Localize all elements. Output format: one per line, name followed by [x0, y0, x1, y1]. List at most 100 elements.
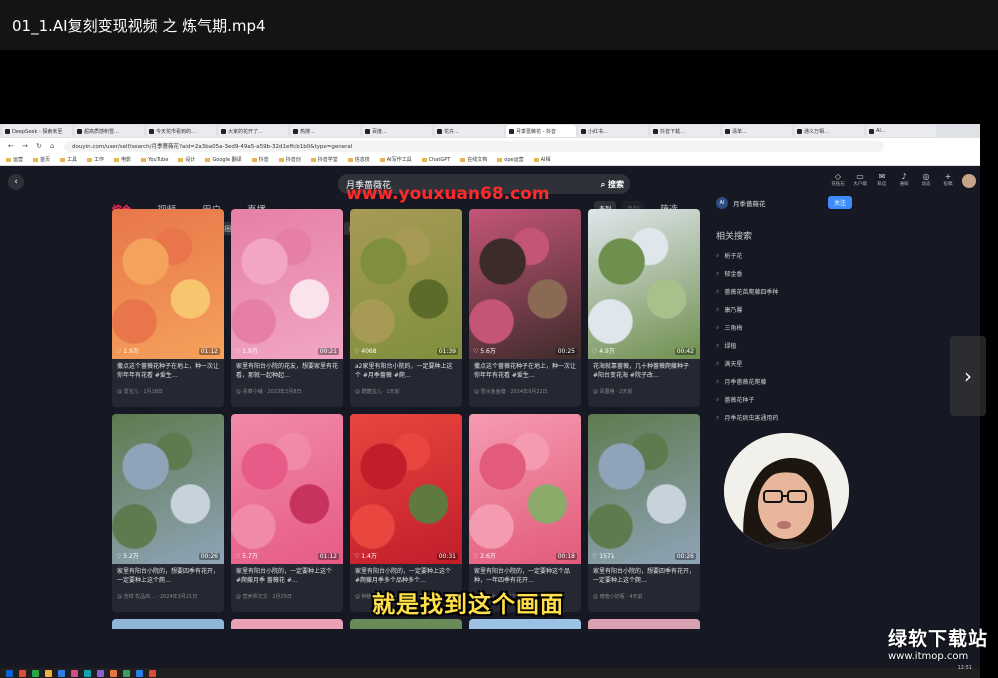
browser-tab[interactable]: DeepSeek - 探索未至: [2, 125, 72, 137]
browser-tab[interactable]: 大家的花开了…: [218, 125, 288, 137]
bookmark-item[interactable]: 运营: [6, 156, 23, 163]
url-field[interactable]: douyin.com/user/self/search/月季蔷薇花?aid=2a…: [64, 140, 884, 152]
video-caption[interactable]: 撒点这个蔷薇花种子在地上，种一次让你年年有花看 #爱生…: [469, 359, 581, 386]
video-thumbnail[interactable]: ♡ 1.9万 01:12: [112, 209, 224, 359]
home-icon[interactable]: ⌂: [50, 142, 58, 150]
taskbar-app-icon[interactable]: [71, 669, 78, 677]
bookmark-item[interactable]: 信息技: [348, 156, 370, 163]
bookmark-item[interactable]: YouTube: [141, 157, 168, 163]
follow-button[interactable]: 关注: [828, 196, 853, 209]
bookmark-item[interactable]: AI写作工具: [380, 156, 412, 163]
related-search-item[interactable]: 满天星: [716, 359, 856, 368]
video-card[interactable]: ♡ 5.7万 01:12 家里有阳台小院的，一定要种上这个 #爬藤月季 蔷薇花 #……: [231, 414, 343, 612]
browser-tab[interactable]: 超高质感积雪…: [74, 125, 144, 137]
search-button[interactable]: ⌕ 搜索: [601, 179, 624, 190]
video-card[interactable]: ♡ 1.9万 00:21 家里有阳台小院的花友，想要家里有花看，那就一起种起… @ 青…: [231, 209, 343, 407]
diamond-icon: ◇: [834, 172, 842, 181]
video-caption[interactable]: 家里有阳台小院的，想要四季有花开，一定要种上这个爬…: [112, 564, 224, 591]
video-card[interactable]: ♡ 4.9万 00:42 花海就靠蔷薇，几十种蔷薇爬藤种子 #阳台变花海 #院子改……: [588, 209, 700, 407]
related-search-item[interactable]: 月季花病虫害通用药: [716, 413, 856, 422]
bookmark-item[interactable]: 抖音学堂: [311, 156, 338, 163]
video-thumbnail[interactable]: ♡ 1.9万 00:21: [231, 209, 343, 359]
taskbar-app-icon[interactable]: [149, 669, 156, 677]
bookmark-item[interactable]: 工作: [87, 156, 104, 163]
taskbar-app-icon[interactable]: [123, 669, 130, 677]
video-caption[interactable]: 家里有阳台小院的，一定要种上这个 #爬藤月季 蔷薇花 #…: [231, 564, 343, 591]
video-thumbnail[interactable]: ♡ 5.6万 00:25: [469, 209, 581, 359]
related-search-item[interactable]: 蔷薇花苗爬藤四季种: [716, 287, 856, 296]
bookmark-item[interactable]: 抖音创: [279, 156, 301, 163]
back-arrow-icon[interactable]: ←: [8, 142, 16, 150]
back-button[interactable]: ‹: [8, 174, 24, 190]
video-thumbnail[interactable]: ♡ 1571 00:26: [588, 414, 700, 564]
video-caption[interactable]: 家里有阳台小院的，想要四季有花开，一定要种上这个爬…: [588, 564, 700, 591]
video-caption[interactable]: 花海就靠蔷薇，几十种蔷薇爬藤种子 #阳台变花海 #院子改…: [588, 359, 700, 386]
browser-tab[interactable]: 通义万相…: [794, 125, 864, 137]
video-card[interactable]: ♡ 2.6万 00:18 家里有阳台小院的，一定要种这个品种，一年四季有花开… @ 蓝…: [469, 414, 581, 612]
video-caption[interactable]: 撒点这个蔷薇花种子在地上，种一次让你年年有花看 #爱生…: [112, 359, 224, 386]
taskbar-app-icon[interactable]: [6, 669, 13, 677]
related-search-item[interactable]: 绿植: [716, 341, 856, 350]
video-card[interactable]: ♡ 1.4万 00:31 家里有阳台小院的，一定要种上这个 #爬藤月季多个品种多个……: [350, 414, 462, 612]
video-thumbnail[interactable]: ♡ 2.6万 00:18: [469, 414, 581, 564]
video-thumbnail[interactable]: ♡ 5.7万 01:12: [231, 414, 343, 564]
browser-tab[interactable]: 月季蔷薇花 - 抖音: [506, 125, 576, 137]
top-action-message[interactable]: ✉ 私信: [874, 172, 890, 188]
browser-tab[interactable]: 热搜…: [290, 125, 360, 137]
related-search-item[interactable]: 蔷薇花种子: [716, 395, 856, 404]
top-action-bell[interactable]: ♪ 通知: [896, 172, 912, 188]
related-search-item[interactable]: 月季蔷薇花爬藤: [716, 377, 856, 386]
avatar[interactable]: [962, 174, 976, 188]
taskbar-app-icon[interactable]: [97, 669, 104, 677]
top-action-upload[interactable]: + 投稿: [940, 172, 956, 188]
browser-tab[interactable]: 清单…: [722, 125, 792, 137]
taskbar-app-icon[interactable]: [110, 669, 117, 677]
browser-tab[interactable]: 百度…: [362, 125, 432, 137]
bookmark-item[interactable]: 工具: [60, 156, 77, 163]
taskbar-app-icon[interactable]: [45, 669, 52, 677]
taskbar-app-icon[interactable]: [84, 669, 91, 677]
video-thumbnail[interactable]: ♡ 1.4万 00:31: [350, 414, 462, 564]
video-card[interactable]: ♡ 4068 01:39 a2家里有阳台小院的，一定要种上这个 #月季蔷薇 #爬… @…: [350, 209, 462, 407]
browser-tab[interactable]: 小红书…: [578, 125, 648, 137]
related-search-item[interactable]: 郁金香: [716, 269, 856, 278]
video-card[interactable]: ♡ 1571 00:26 家里有阳台小院的，想要四季有花开，一定要种上这个爬… @ 暗…: [588, 414, 700, 612]
browser-tab[interactable]: AI…: [866, 125, 936, 137]
video-caption[interactable]: 家里有阳台小院的花友，想要家里有花看，那就一起种起…: [231, 359, 343, 386]
peek-thumb: [469, 619, 581, 629]
bookmark-item[interactable]: 设计: [178, 156, 195, 163]
browser-tab[interactable]: 抖音下载…: [650, 125, 720, 137]
bookmark-item[interactable]: 电影: [114, 156, 131, 163]
video-thumbnail[interactable]: ♡ 4068 01:39: [350, 209, 462, 359]
bookmark-item[interactable]: 首页: [33, 156, 50, 163]
bookmark-item[interactable]: AI相: [534, 156, 551, 163]
related-search-item[interactable]: 康乃馨: [716, 305, 856, 314]
video-card[interactable]: ♡ 5.6万 00:25 撒点这个蔷薇花种子在地上，种一次让你年年有花看 #爱生… @…: [469, 209, 581, 407]
video-caption[interactable]: a2家里有阳台小院的，一定要种上这个 #月季蔷薇 #爬…: [350, 359, 462, 386]
reload-icon[interactable]: ↻: [36, 142, 44, 150]
forward-arrow-icon[interactable]: →: [22, 142, 30, 150]
taskbar-app-icon[interactable]: [19, 669, 26, 677]
account-name[interactable]: 月季蔷薇花: [733, 198, 823, 208]
bookmark-item[interactable]: 抖音: [252, 156, 269, 163]
video-thumbnail[interactable]: ♡ 5.2万 00:26: [112, 414, 224, 564]
top-action-client[interactable]: ▭ 大户端: [852, 172, 868, 188]
video-card[interactable]: ♡ 1.9万 01:12 撒点这个蔷薇花种子在地上，种一次让你年年有花看 #爱生… @…: [112, 209, 224, 407]
taskbar-app-icon[interactable]: [58, 669, 65, 677]
browser-tab[interactable]: 今天花市看到的…: [146, 125, 216, 137]
taskbar-app-icon[interactable]: [136, 669, 143, 677]
browser-tab[interactable]: 花卉…: [434, 125, 504, 137]
next-video-button[interactable]: ›: [950, 336, 986, 416]
bookmark-item[interactable]: 在线文档: [460, 156, 487, 163]
taskbar-app-icon[interactable]: [32, 669, 39, 677]
related-search-item[interactable]: 栀子花: [716, 251, 856, 260]
bookmark-item[interactable]: ChatGPT: [422, 157, 451, 163]
account-avatar[interactable]: AI: [716, 196, 728, 209]
top-action-diamond[interactable]: ◇ 充钻石: [830, 172, 846, 188]
bookmark-item[interactable]: ope运营: [497, 156, 523, 163]
top-action-activity[interactable]: ◎ 动态: [918, 172, 934, 188]
video-card[interactable]: ♡ 5.2万 00:26 家里有阳台小院的，想要四季有花开，一定要种上这个爬… @ 吉…: [112, 414, 224, 612]
bookmark-item[interactable]: Google 翻译: [205, 156, 241, 163]
video-thumbnail[interactable]: ♡ 4.9万 00:42: [588, 209, 700, 359]
related-search-item[interactable]: 三角梅: [716, 323, 856, 332]
